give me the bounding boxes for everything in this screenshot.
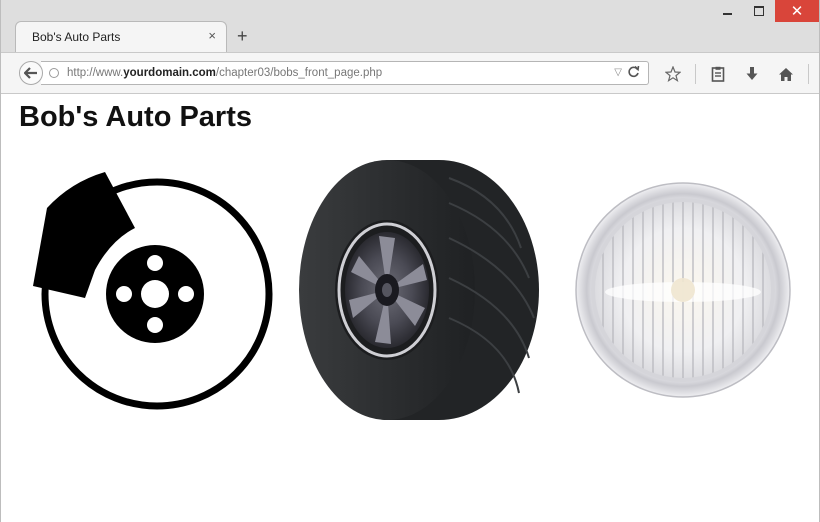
- minimize-button[interactable]: [711, 0, 743, 22]
- brake-disc-image: [33, 172, 273, 410]
- toolbar-icons: [661, 62, 819, 86]
- site-identity-icon[interactable]: [49, 68, 59, 78]
- toolbar-separator: [695, 64, 696, 84]
- reload-icon[interactable]: [627, 65, 640, 81]
- tire-image: [299, 160, 539, 420]
- url-text[interactable]: http://www.yourdomain.com/chapter03/bobs…: [67, 67, 382, 79]
- download-icon[interactable]: [740, 63, 764, 85]
- window-controls: ✕: [711, 0, 819, 24]
- tab-close-icon[interactable]: ×: [208, 28, 216, 43]
- maximize-button[interactable]: [743, 0, 775, 22]
- back-button[interactable]: [19, 61, 43, 85]
- page-heading: Bob's Auto Parts: [19, 101, 253, 133]
- bookmark-star-icon[interactable]: [661, 63, 685, 85]
- headlight-image: [575, 182, 791, 398]
- tab-title: Bob's Auto Parts: [32, 30, 121, 44]
- url-path: /chapter03/bobs_front_page.php: [215, 67, 383, 79]
- navigation-bar: http://www.yourdomain.com/chapter03/bobs…: [1, 52, 819, 94]
- title-bar: Bob's Auto Parts × + ✕: [1, 0, 819, 52]
- home-icon[interactable]: [774, 63, 798, 85]
- url-history-dropdown-icon[interactable]: ▽: [614, 67, 622, 78]
- url-domain: yourdomain.com: [123, 67, 216, 79]
- tab-bobs-auto-parts[interactable]: Bob's Auto Parts ×: [15, 21, 227, 52]
- new-tab-button[interactable]: +: [237, 27, 248, 45]
- bookmarks-menu-icon[interactable]: [706, 63, 730, 85]
- toolbar-separator: [808, 64, 809, 84]
- url-bar[interactable]: http://www.yourdomain.com/chapter03/bobs…: [41, 61, 649, 85]
- close-window-button[interactable]: ✕: [775, 0, 819, 22]
- url-prefix: http://www.: [67, 67, 124, 79]
- back-arrow-icon: [24, 67, 37, 79]
- page-content: Bob's Auto Parts: [1, 94, 819, 522]
- browser-window: Bob's Auto Parts × + ✕ http://www.yourdo…: [0, 0, 820, 522]
- maximize-icon: [754, 6, 764, 16]
- minimize-icon: [722, 13, 732, 15]
